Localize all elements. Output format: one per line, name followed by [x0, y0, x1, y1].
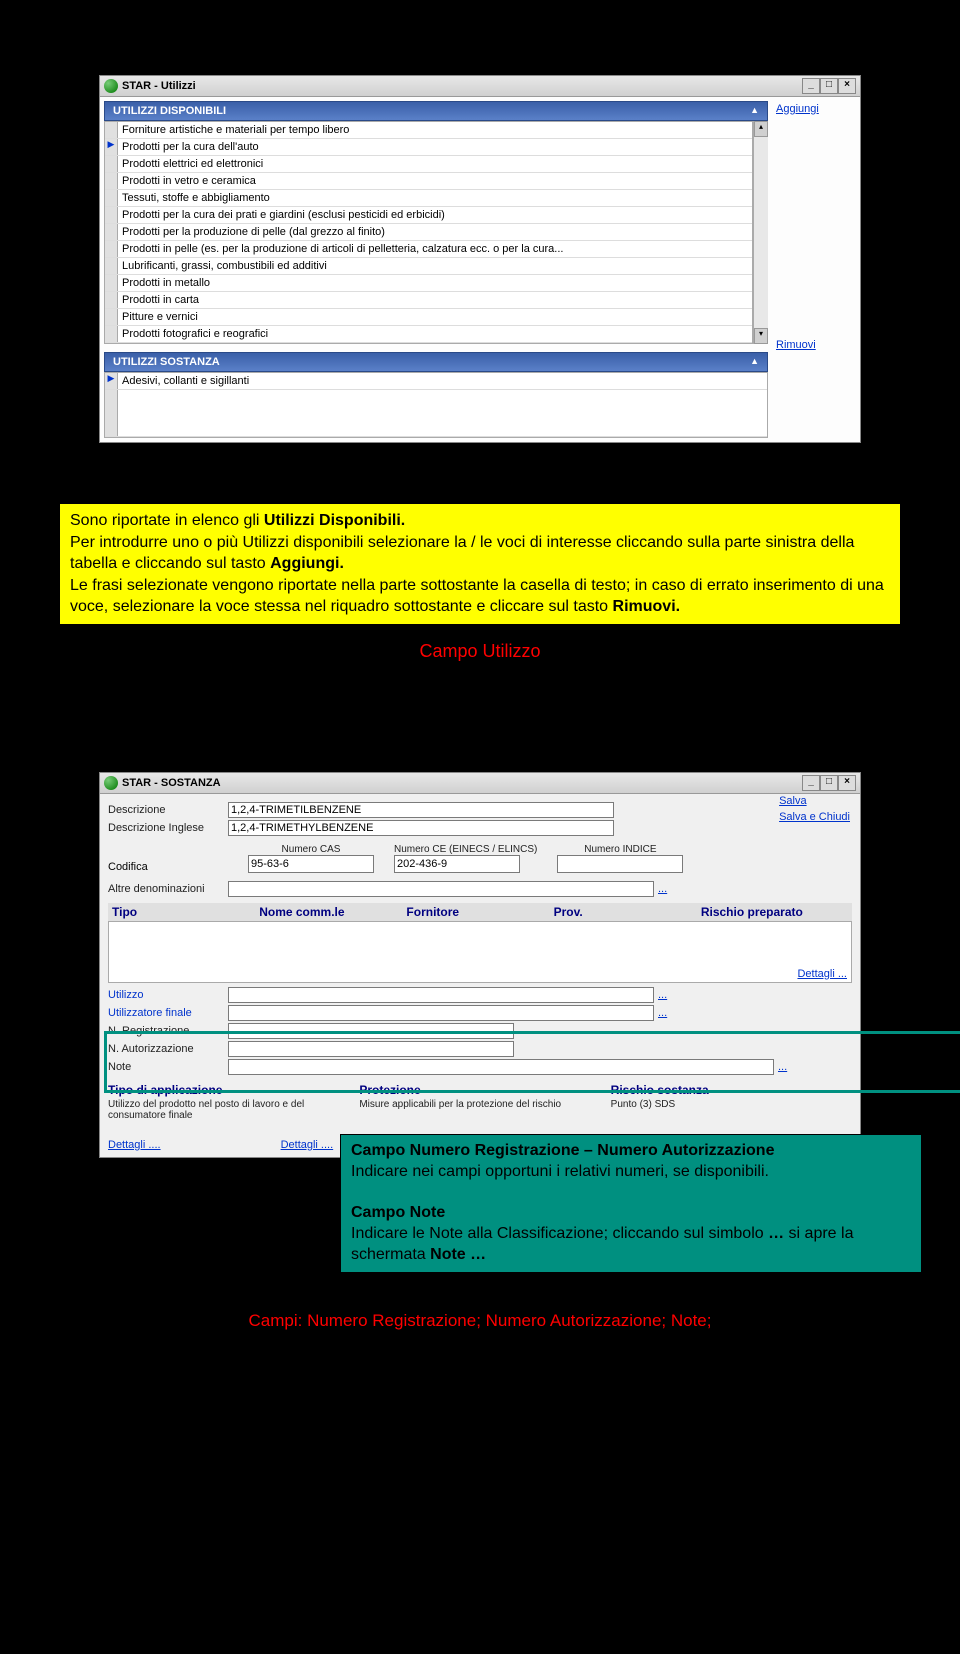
list-item[interactable]: Prodotti in vetro e ceramica [118, 173, 752, 189]
dettagli-link[interactable]: Dettagli .... [281, 1139, 334, 1151]
titlebar: STAR - SOSTANZA _ □ × [100, 773, 860, 794]
app-icon [104, 79, 118, 93]
list-item[interactable]: Prodotti in pelle (es. per la produzione… [118, 241, 752, 257]
utilizzo-field[interactable] [228, 987, 654, 1003]
aggiungi-link[interactable]: Aggiungi [776, 103, 856, 115]
list-item[interactable]: Prodotti per la cura dei prati e giardin… [118, 207, 752, 223]
nautorizzazione-field[interactable] [228, 1041, 514, 1057]
indice-field[interactable] [557, 855, 683, 873]
list-item[interactable]: Prodotti per la produzione di pelle (dal… [118, 224, 752, 240]
utilizzi-sostanza-list[interactable]: ▶Adesivi, collanti e sigillanti [104, 372, 768, 438]
close-button[interactable]: × [838, 775, 856, 791]
list-item[interactable]: Prodotti fotografici e reografici [118, 326, 752, 342]
list-item[interactable]: Prodotti elettrici ed elettronici [118, 156, 752, 172]
instruction-box: Sono riportate in elenco gli Utilizzi Di… [59, 503, 901, 625]
green-instruction-box: Campo Numero Registrazione – Numero Auto… [340, 1134, 922, 1273]
desc-inglese-field[interactable] [228, 820, 614, 836]
salva-link[interactable]: Salva [779, 795, 850, 807]
caption-utilizzo: Campo Utilizzo [0, 641, 960, 662]
app-icon [104, 776, 118, 790]
dots-button[interactable]: ... [658, 989, 667, 1001]
utilizzi-sostanza-header: UTILIZZI SOSTANZA ▲ [104, 352, 768, 372]
header-rischio-sostanza: Rischio sostanza [611, 1083, 852, 1097]
altre-denom-field[interactable] [228, 881, 654, 897]
label-utilizzatore: Utilizzatore finale [108, 1007, 228, 1019]
dettagli-link[interactable]: Dettagli ... [797, 968, 847, 980]
header-cas: Numero CAS [248, 844, 374, 855]
star-sostanza-window: STAR - SOSTANZA _ □ × Salva Salva e Chiu… [99, 772, 861, 1158]
table-header: Tipo Nome comm.le Fornitore Prov. Rischi… [108, 903, 852, 921]
minimize-button[interactable]: _ [802, 78, 820, 94]
maximize-button[interactable]: □ [820, 775, 838, 791]
salva-chiudi-link[interactable]: Salva e Chiudi [779, 811, 850, 823]
sort-icon[interactable]: ▲ [750, 105, 759, 115]
header-tipo-applicazione: Tipo di applicazione [108, 1083, 349, 1097]
dettagli-link[interactable]: Dettagli .... [108, 1139, 161, 1151]
dots-button[interactable]: ... [658, 1007, 667, 1019]
label-codifica: Codifica [108, 861, 228, 873]
descrizione-field[interactable] [228, 802, 614, 818]
maximize-button[interactable]: □ [820, 78, 838, 94]
nregistrazione-field[interactable] [228, 1023, 514, 1039]
header-ce: Numero CE (EINECS / ELINCS) [394, 844, 537, 855]
scroll-down-icon[interactable]: ▾ [754, 328, 768, 344]
ce-field[interactable] [394, 855, 520, 873]
utilizzi-disponibili-list[interactable]: Forniture artistiche e materiali per tem… [104, 121, 753, 344]
label-descrizione: Descrizione [108, 804, 228, 816]
star-utilizzi-window: STAR - Utilizzi _ □ × UTILIZZI DISPONIBI… [99, 75, 861, 443]
titlebar: STAR - Utilizzi _ □ × [100, 76, 860, 97]
list-item[interactable]: Lubrificanti, grassi, combustibili ed ad… [118, 258, 752, 274]
label-nregistrazione: N. Registrazione [108, 1025, 228, 1037]
list-item[interactable]: Prodotti per la cura dell'auto [118, 139, 752, 155]
list-item[interactable]: Tessuti, stoffe e abbigliamento [118, 190, 752, 206]
list-item[interactable]: Prodotti in carta [118, 292, 752, 308]
minimize-button[interactable]: _ [802, 775, 820, 791]
label-altre-denom: Altre denominazioni [108, 883, 228, 895]
preparato-panel: Dettagli ... [108, 921, 852, 983]
dots-button[interactable]: ... [658, 883, 667, 895]
list-item[interactable]: Prodotti in metallo [118, 275, 752, 291]
close-button[interactable]: × [838, 78, 856, 94]
utilizzatore-field[interactable] [228, 1005, 654, 1021]
scrollbar[interactable]: ▴ ▾ [753, 121, 768, 344]
window-title: STAR - SOSTANZA [122, 777, 221, 789]
note-field[interactable] [228, 1059, 774, 1075]
sort-icon[interactable]: ▲ [750, 356, 759, 366]
dots-button[interactable]: ... [778, 1061, 787, 1073]
rimuovi-link[interactable]: Rimuovi [776, 339, 856, 351]
label-desc-inglese: Descrizione Inglese [108, 822, 228, 834]
window-title: STAR - Utilizzi [122, 80, 196, 92]
list-item[interactable]: Forniture artistiche e materiali per tem… [118, 122, 752, 138]
label-utilizzo: Utilizzo [108, 989, 228, 1001]
list-item[interactable]: Pitture e vernici [118, 309, 752, 325]
scroll-up-icon[interactable]: ▴ [754, 121, 768, 137]
label-note: Note [108, 1061, 228, 1073]
list-item[interactable]: Adesivi, collanti e sigillanti [118, 373, 767, 389]
header-indice: Numero INDICE [557, 844, 683, 855]
utilizzi-disponibili-header: UTILIZZI DISPONIBILI ▲ [104, 101, 768, 121]
cas-field[interactable] [248, 855, 374, 873]
label-nautorizzazione: N. Autorizzazione [108, 1043, 228, 1055]
caption-campi: Campi: Numero Registrazione; Numero Auto… [0, 1311, 960, 1331]
header-protezione: Protezione [359, 1083, 600, 1097]
